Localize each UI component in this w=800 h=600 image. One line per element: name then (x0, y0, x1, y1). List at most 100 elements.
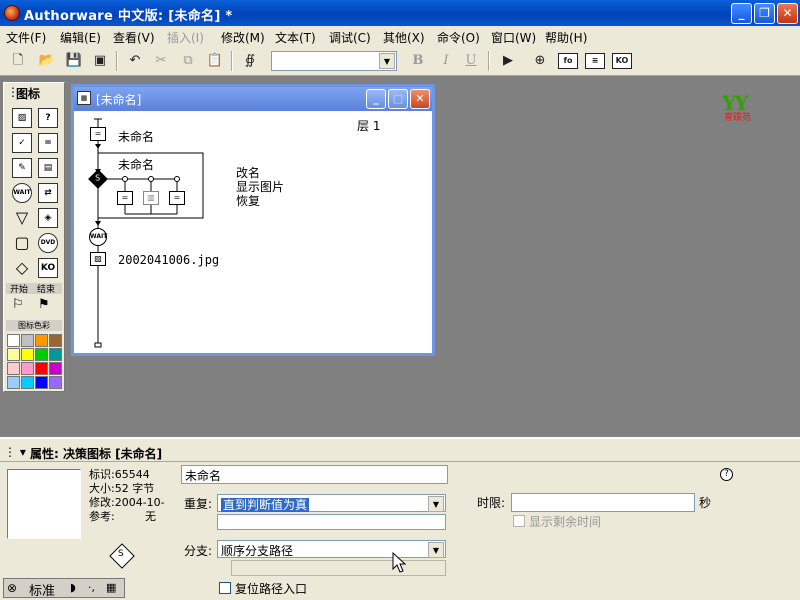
color-swatch[interactable] (35, 362, 48, 375)
branch-select[interactable]: 顺序分支路径 ▼ (217, 540, 446, 558)
knowledge-objects-icon[interactable]: KO (612, 53, 632, 69)
menu-modify[interactable]: 修改(M) (221, 29, 265, 46)
find-icon[interactable]: ∯ (240, 52, 260, 70)
design-maximize-button[interactable]: □ (388, 89, 408, 109)
color-swatch[interactable] (21, 334, 34, 347)
map-icon[interactable]: ◈ (38, 208, 58, 228)
mouse-cursor-icon (392, 552, 407, 573)
design-minimize-button[interactable]: _ (366, 89, 386, 109)
color-swatch[interactable] (7, 334, 20, 347)
wait-icon[interactable]: = (38, 133, 58, 153)
import-icon[interactable]: ▣ (90, 52, 110, 70)
undo-icon[interactable]: ↶ (125, 52, 145, 70)
paste-icon[interactable]: 📋 (205, 52, 225, 70)
properties-header[interactable]: ⋮ ▾ 属性: 决策图标 [未命名] (0, 442, 800, 462)
chevron-down-icon[interactable]: ▼ (379, 53, 395, 69)
calculation-icon[interactable]: ▽ (12, 208, 32, 228)
restore-button[interactable]: ❐ (754, 3, 775, 24)
color-swatch[interactable] (21, 348, 34, 361)
color-swatch[interactable] (49, 362, 62, 375)
color-swatch[interactable] (7, 362, 20, 375)
show-remaining-checkbox[interactable] (513, 515, 525, 527)
time-unit-label: 秒 (699, 496, 712, 510)
run-icon[interactable]: ▶ (498, 52, 518, 70)
knowledge-object-icon[interactable]: KO (38, 258, 58, 278)
flags-header: 开始 结束 (6, 283, 62, 295)
color-swatch[interactable] (21, 362, 34, 375)
cut-icon[interactable]: ✂ (151, 52, 171, 70)
color-swatch[interactable] (49, 334, 62, 347)
color-swatch[interactable] (49, 348, 62, 361)
framework-icon[interactable]: ▤ (38, 158, 58, 178)
functions-icon[interactable]: fo (558, 53, 578, 69)
minimize-button[interactable]: _ (731, 3, 752, 24)
icon-name-field[interactable]: 未命名 (181, 465, 448, 484)
branch-map-icon-3[interactable]: = (169, 191, 185, 205)
top-map-icon[interactable]: = (90, 127, 106, 141)
design-window-title: [未命名] (96, 93, 142, 107)
decision-type-letter: S (118, 549, 124, 559)
font-combo[interactable]: ▼ (271, 51, 397, 71)
chevron-down-icon[interactable]: ▼ (428, 496, 444, 512)
end-flag-icon[interactable]: ⚑ (38, 297, 50, 312)
decision-icon[interactable]: WAIT (12, 183, 32, 203)
color-swatch[interactable] (21, 376, 34, 389)
status-icon[interactable]: ⊗ (7, 581, 17, 595)
menu-other[interactable]: 其他(X) (383, 29, 425, 46)
menu-window[interactable]: 窗口(W) (491, 29, 536, 46)
reset-path-checkbox[interactable] (219, 582, 231, 594)
display-icon[interactable]: ▨ (12, 108, 32, 128)
video-icon[interactable]: ◇ (12, 258, 32, 278)
start-flag-icon[interactable]: ⚐ (12, 297, 24, 312)
logo-text: 育碟苑 (724, 113, 752, 123)
motion-icon[interactable]: ? (38, 108, 58, 128)
close-button[interactable]: ✕ (777, 3, 798, 24)
repeat-expression-field[interactable] (217, 514, 446, 530)
color-swatch[interactable] (49, 376, 62, 389)
menu-view[interactable]: 查看(V) (113, 29, 155, 46)
save-all-icon[interactable]: 💾 (64, 52, 84, 70)
color-swatch[interactable] (35, 334, 48, 347)
menu-text[interactable]: 文本(T) (275, 29, 316, 46)
keyboard-icon[interactable]: ▦ (106, 581, 116, 594)
color-swatch[interactable] (35, 348, 48, 361)
branch-expression-field[interactable] (231, 560, 446, 576)
menu-help[interactable]: 帮助(H) (545, 29, 587, 46)
menu-file[interactable]: 文件(F) (6, 29, 46, 46)
interaction-icon[interactable]: ⇄ (38, 183, 58, 203)
time-limit-field[interactable] (511, 493, 695, 512)
collapse-arrow-icon[interactable]: ⋮ ▾ (4, 445, 26, 459)
color-swatch[interactable] (7, 348, 20, 361)
open-file-icon[interactable]: 📂 (37, 52, 57, 70)
new-file-icon[interactable]: 🗋 (8, 52, 28, 70)
design-close-button[interactable]: ✕ (410, 89, 430, 109)
branch-map-icon-1[interactable]: = (117, 191, 133, 205)
app-icon[interactable] (4, 5, 20, 21)
menu-command[interactable]: 命令(O) (437, 29, 480, 46)
menu-edit[interactable]: 编辑(E) (60, 29, 101, 46)
menu-debug[interactable]: 调试(C) (329, 29, 371, 46)
navigate-icon[interactable]: ✎ (12, 158, 32, 178)
repeat-select[interactable]: 直到判断值为真 ▼ (217, 494, 446, 512)
erase-icon[interactable]: ✓ (12, 133, 32, 153)
branch-map-icon-2[interactable]: ▥ (143, 191, 159, 205)
image-display-icon[interactable]: ▨ (90, 252, 106, 266)
sound-icon[interactable]: DVD (38, 233, 58, 253)
bold-button[interactable]: B (408, 52, 428, 70)
copy-icon[interactable]: ⧉ (178, 52, 198, 70)
wait-icon[interactable]: WAIT (89, 228, 107, 246)
help-icon[interactable]: ? (720, 468, 733, 481)
underline-button[interactable]: U (461, 52, 481, 70)
image-icon-label: 2002041006.jpg (118, 253, 220, 267)
color-swatch[interactable] (7, 376, 20, 389)
control-panel-icon[interactable]: ⊕ (530, 52, 550, 70)
variables-icon[interactable]: ≡ (585, 53, 605, 69)
flowline-area[interactable]: = 未命名 层 1 未命名 S = ▥ = 改名 显示图片 恢复 WAIT ▨ … (74, 111, 432, 353)
dot-icon[interactable]: ·, (88, 581, 95, 594)
menu-insert[interactable]: 插入(I) (167, 29, 204, 46)
color-swatch[interactable] (35, 376, 48, 389)
moon-icon[interactable]: ◗ (70, 581, 76, 594)
italic-button[interactable]: I (436, 52, 456, 70)
digital-movie-icon[interactable]: ▢ (12, 233, 32, 253)
chevron-down-icon[interactable]: ▼ (428, 542, 444, 558)
